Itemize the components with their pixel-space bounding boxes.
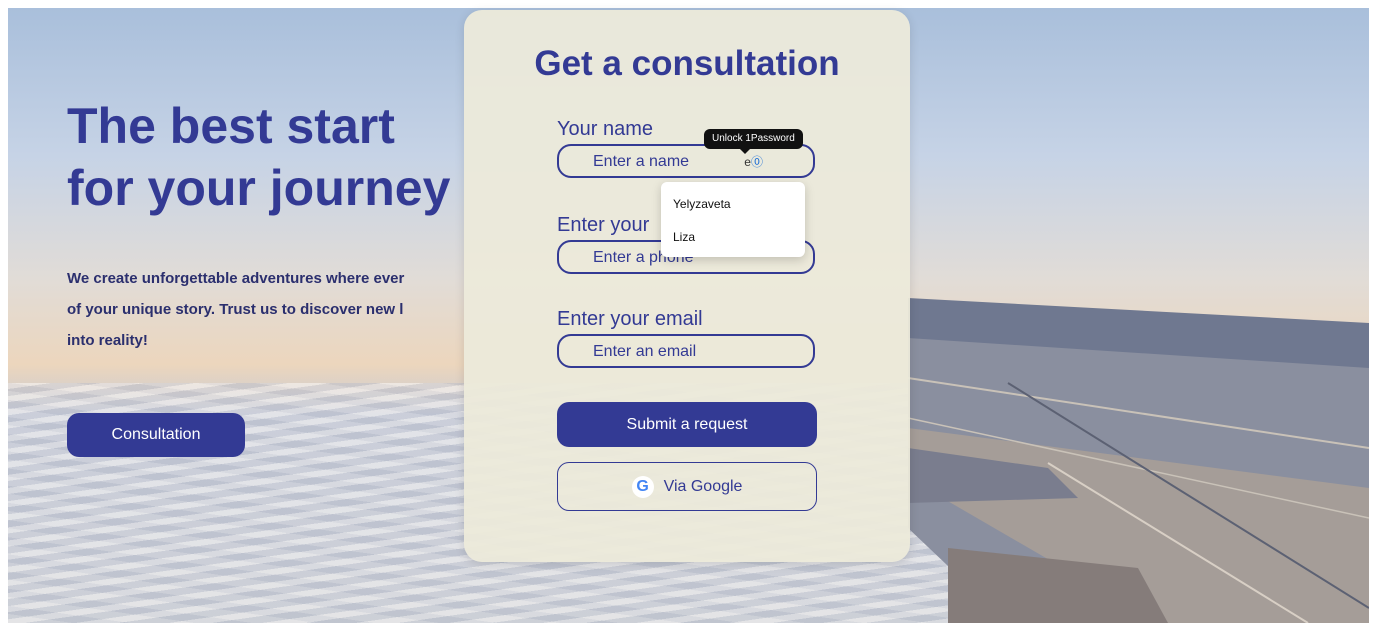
autofill-suggestion-item[interactable]: Liza — [673, 230, 695, 244]
google-signin-button[interactable]: G Via Google — [557, 462, 817, 511]
consultation-form-panel: Get a consultation Your name e⓪ Enter yo… — [464, 10, 910, 562]
autofill-suggestions-dropdown: Yelyzaveta Liza — [661, 182, 805, 257]
google-icon: G — [631, 475, 654, 498]
email-input[interactable] — [591, 336, 795, 368]
name-input[interactable] — [591, 146, 795, 178]
1password-tooltip: Unlock 1Password — [704, 129, 803, 154]
phone-label: Enter your — [557, 214, 650, 236]
name-label: Your name — [557, 118, 653, 140]
email-field[interactable] — [557, 334, 815, 368]
email-label: Enter your email — [557, 308, 703, 330]
consultation-button[interactable]: Consultation — [67, 413, 245, 457]
hero-title-line-1: The best start — [67, 98, 395, 154]
google-button-label: Via Google — [663, 477, 743, 495]
name-field[interactable]: e⓪ — [557, 144, 815, 178]
autofill-suggestion-item[interactable]: Yelyzaveta — [673, 197, 731, 211]
hero-title: The best start for your journey — [67, 95, 527, 219]
form-title: Get a consultation — [534, 44, 840, 83]
1password-icon[interactable]: e⓪ — [744, 153, 763, 170]
submit-request-button[interactable]: Submit a request — [557, 402, 817, 447]
hero-title-line-2: for your journey — [67, 160, 451, 216]
